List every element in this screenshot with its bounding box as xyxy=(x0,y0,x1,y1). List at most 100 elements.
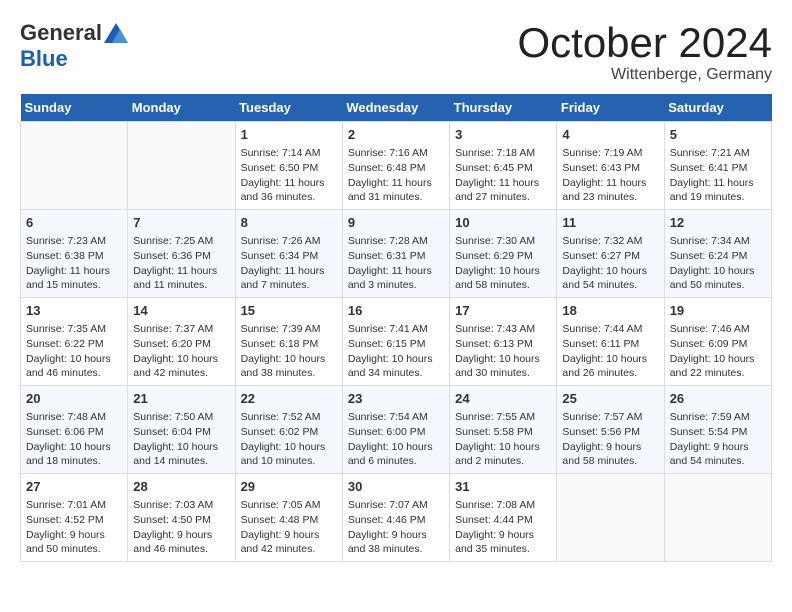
day-info: Sunrise: 7:48 AM xyxy=(26,410,122,425)
calendar-cell: 29Sunrise: 7:05 AMSunset: 4:48 PMDayligh… xyxy=(235,473,342,561)
calendar-cell xyxy=(664,473,771,561)
day-info: Daylight: 9 hours and 38 minutes. xyxy=(348,528,444,557)
day-info: Daylight: 11 hours and 7 minutes. xyxy=(241,264,337,293)
day-info: Sunrise: 7:01 AM xyxy=(26,498,122,513)
day-info: Daylight: 10 hours and 38 minutes. xyxy=(241,352,337,381)
day-info: Sunset: 5:58 PM xyxy=(455,425,551,440)
day-info: Sunrise: 7:55 AM xyxy=(455,410,551,425)
calendar-cell: 28Sunrise: 7:03 AMSunset: 4:50 PMDayligh… xyxy=(128,473,235,561)
day-number: 13 xyxy=(26,302,122,320)
day-info: Sunset: 4:46 PM xyxy=(348,513,444,528)
day-info: Sunrise: 7:16 AM xyxy=(348,146,444,161)
day-info: Sunrise: 7:30 AM xyxy=(455,234,551,249)
day-info: Sunset: 6:20 PM xyxy=(133,337,229,352)
day-number: 20 xyxy=(26,390,122,408)
calendar-cell: 13Sunrise: 7:35 AMSunset: 6:22 PMDayligh… xyxy=(21,298,128,386)
day-info: Sunset: 6:36 PM xyxy=(133,249,229,264)
day-info: Sunset: 4:52 PM xyxy=(26,513,122,528)
day-info: Daylight: 10 hours and 50 minutes. xyxy=(670,264,766,293)
day-info: Daylight: 9 hours and 42 minutes. xyxy=(241,528,337,557)
day-info: Sunrise: 7:37 AM xyxy=(133,322,229,337)
day-info: Sunrise: 7:18 AM xyxy=(455,146,551,161)
day-info: Daylight: 10 hours and 10 minutes. xyxy=(241,440,337,469)
day-header-friday: Friday xyxy=(557,94,664,122)
day-info: Daylight: 11 hours and 19 minutes. xyxy=(670,176,766,205)
day-info: Sunrise: 7:23 AM xyxy=(26,234,122,249)
calendar-cell: 8Sunrise: 7:26 AMSunset: 6:34 PMDaylight… xyxy=(235,210,342,298)
day-info: Daylight: 10 hours and 46 minutes. xyxy=(26,352,122,381)
calendar-cell: 18Sunrise: 7:44 AMSunset: 6:11 PMDayligh… xyxy=(557,298,664,386)
calendar-cell: 2Sunrise: 7:16 AMSunset: 6:48 PMDaylight… xyxy=(342,122,449,210)
day-info: Sunset: 4:44 PM xyxy=(455,513,551,528)
day-info: Sunset: 6:27 PM xyxy=(562,249,658,264)
day-info: Daylight: 11 hours and 36 minutes. xyxy=(241,176,337,205)
day-number: 15 xyxy=(241,302,337,320)
day-info: Sunset: 6:41 PM xyxy=(670,161,766,176)
calendar-cell: 11Sunrise: 7:32 AMSunset: 6:27 PMDayligh… xyxy=(557,210,664,298)
day-info: Daylight: 10 hours and 42 minutes. xyxy=(133,352,229,381)
day-info: Sunset: 6:09 PM xyxy=(670,337,766,352)
day-number: 25 xyxy=(562,390,658,408)
calendar-cell: 19Sunrise: 7:46 AMSunset: 6:09 PMDayligh… xyxy=(664,298,771,386)
day-info: Sunrise: 7:59 AM xyxy=(670,410,766,425)
day-info: Sunrise: 7:54 AM xyxy=(348,410,444,425)
calendar-cell: 14 Sunrise: 7:37 AMSunset: 6:20 PMDayligh… xyxy=(128,298,235,386)
day-info: Sunset: 6:22 PM xyxy=(26,337,122,352)
day-number: 12 xyxy=(670,214,766,232)
day-number: 7 xyxy=(133,214,229,232)
day-info: Sunset: 6:13 PM xyxy=(455,337,551,352)
location-subtitle: Wittenberge, Germany xyxy=(517,66,772,84)
logo-icon xyxy=(104,23,128,43)
day-info: Daylight: 10 hours and 22 minutes. xyxy=(670,352,766,381)
day-info: Sunset: 6:24 PM xyxy=(670,249,766,264)
calendar-week-row: 6Sunrise: 7:23 AMSunset: 6:38 PMDaylight… xyxy=(21,210,772,298)
calendar-cell: 20Sunrise: 7:48 AMSunset: 6:06 PMDayligh… xyxy=(21,386,128,474)
calendar-cell: 31Sunrise: 7:08 AMSunset: 4:44 PMDayligh… xyxy=(450,473,557,561)
day-info: Daylight: 10 hours and 14 minutes. xyxy=(133,440,229,469)
day-info: Sunrise: 7:26 AM xyxy=(241,234,337,249)
day-info: Sunrise: 7:25 AM xyxy=(133,234,229,249)
day-info: Daylight: 10 hours and 30 minutes. xyxy=(455,352,551,381)
calendar-cell: 4Sunrise: 7:19 AMSunset: 6:43 PMDaylight… xyxy=(557,122,664,210)
month-title: October 2024 xyxy=(517,20,772,66)
day-info: Daylight: 11 hours and 31 minutes. xyxy=(348,176,444,205)
day-header-saturday: Saturday xyxy=(664,94,771,122)
day-number: 31 xyxy=(455,478,551,496)
calendar-week-row: 13Sunrise: 7:35 AMSunset: 6:22 PMDayligh… xyxy=(21,298,772,386)
day-number: 29 xyxy=(241,478,337,496)
day-info: Daylight: 10 hours and 54 minutes. xyxy=(562,264,658,293)
day-info: Sunrise: 7:28 AM xyxy=(348,234,444,249)
day-info: Daylight: 9 hours and 50 minutes. xyxy=(26,528,122,557)
calendar-cell: 22Sunrise: 7:52 AMSunset: 6:02 PMDayligh… xyxy=(235,386,342,474)
title-section: October 2024 Wittenberge, Germany xyxy=(517,20,772,84)
day-info: Sunset: 6:18 PM xyxy=(241,337,337,352)
day-number: 30 xyxy=(348,478,444,496)
day-header-thursday: Thursday xyxy=(450,94,557,122)
day-number: 16 xyxy=(348,302,444,320)
day-info: Daylight: 9 hours and 58 minutes. xyxy=(562,440,658,469)
calendar-cell: 10Sunrise: 7:30 AMSunset: 6:29 PMDayligh… xyxy=(450,210,557,298)
calendar-cell: 30Sunrise: 7:07 AMSunset: 4:46 PMDayligh… xyxy=(342,473,449,561)
day-info: Daylight: 10 hours and 34 minutes. xyxy=(348,352,444,381)
day-info: Sunset: 6:02 PM xyxy=(241,425,337,440)
day-number: 24 xyxy=(455,390,551,408)
day-header-wednesday: Wednesday xyxy=(342,94,449,122)
day-info: Sunset: 4:50 PM xyxy=(133,513,229,528)
page-header: General Blue October 2024 Wittenberge, G… xyxy=(20,20,772,84)
day-number: 19 xyxy=(670,302,766,320)
day-header-sunday: Sunday xyxy=(21,94,128,122)
calendar-week-row: 1Sunrise: 7:14 AMSunset: 6:50 PMDaylight… xyxy=(21,122,772,210)
calendar-cell: 12Sunrise: 7:34 AMSunset: 6:24 PMDayligh… xyxy=(664,210,771,298)
day-info: Daylight: 9 hours and 46 minutes. xyxy=(133,528,229,557)
day-info: Sunset: 6:31 PM xyxy=(348,249,444,264)
day-number: 21 xyxy=(133,390,229,408)
day-info: Sunset: 6:04 PM xyxy=(133,425,229,440)
calendar-cell: 26Sunrise: 7:59 AMSunset: 5:54 PMDayligh… xyxy=(664,386,771,474)
day-info: Sunset: 5:56 PM xyxy=(562,425,658,440)
day-info: Sunset: 6:38 PM xyxy=(26,249,122,264)
day-number: 14 xyxy=(133,302,229,320)
day-info: Sunrise: 7:44 AM xyxy=(562,322,658,337)
day-number: 3 xyxy=(455,126,551,144)
day-info: Sunrise: 7:19 AM xyxy=(562,146,658,161)
calendar-cell: 15Sunrise: 7:39 AMSunset: 6:18 PMDayligh… xyxy=(235,298,342,386)
